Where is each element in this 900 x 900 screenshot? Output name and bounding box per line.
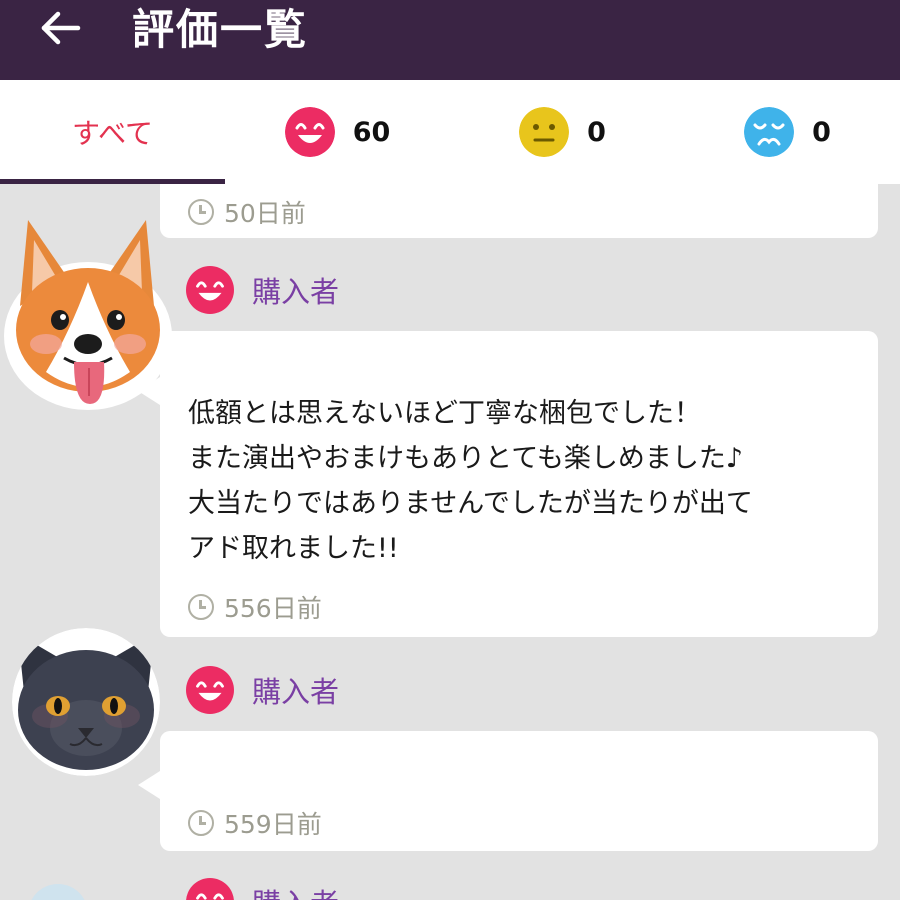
clock-icon: [188, 594, 214, 620]
tab-all-label: すべて: [72, 117, 153, 150]
happy-face-icon: [186, 878, 234, 900]
good-count: 60: [352, 116, 391, 148]
clock-icon: [188, 199, 214, 225]
reviewer-name[interactable]: 購入者: [252, 881, 339, 900]
sad-face-icon: [744, 107, 795, 157]
avatar[interactable]: [28, 884, 88, 900]
bubble-tail: [138, 377, 160, 405]
tab-bad[interactable]: 0: [675, 80, 900, 184]
review-card: 低額とは思えないほど丁寧な梱包でした！ また演出やおまけもありとても楽しめました…: [138, 331, 878, 637]
review-time: 559日前: [188, 805, 322, 841]
tab-good[interactable]: 60: [225, 80, 450, 184]
review-list[interactable]: 50日前 購入者 低額とは思えないほど丁寧な梱包でした！ また演出やおまけもあり…: [0, 184, 900, 900]
review-time: 556日前: [188, 589, 322, 625]
app-bar: 評価一覧: [0, 0, 900, 80]
tab-normal[interactable]: 0: [450, 80, 675, 184]
bubble-tail: [138, 771, 160, 799]
tab-all[interactable]: すべて: [0, 80, 225, 184]
reviewer-row: 購入者: [186, 666, 339, 714]
reviewer-row: 購入者: [186, 266, 339, 314]
bad-count: 0: [812, 116, 831, 148]
neutral-face-icon: [519, 107, 570, 157]
happy-face-icon: [186, 666, 234, 714]
rating-tabs: すべて 60 0 0: [0, 80, 900, 184]
reviewer-row: 購入者: [186, 878, 339, 900]
reviewer-name[interactable]: 購入者: [252, 669, 339, 711]
cat-avatar[interactable]: [12, 628, 160, 776]
reviewer-name[interactable]: 購入者: [252, 269, 339, 311]
page-title: 評価一覧: [132, 5, 309, 54]
clock-icon: [188, 810, 214, 836]
normal-count: 0: [587, 116, 606, 148]
arrow-left-icon: [41, 11, 81, 45]
back-button[interactable]: [38, 6, 88, 50]
review-time: 50日前: [188, 194, 306, 230]
happy-face-icon: [284, 107, 335, 157]
review-card: 559日前: [138, 731, 878, 851]
happy-face-icon: [186, 266, 234, 314]
review-comment: 低額とは思えないほど丁寧な梱包でした！ また演出やおまけもありとても楽しめました…: [188, 398, 753, 564]
review-card: 50日前: [160, 184, 878, 238]
